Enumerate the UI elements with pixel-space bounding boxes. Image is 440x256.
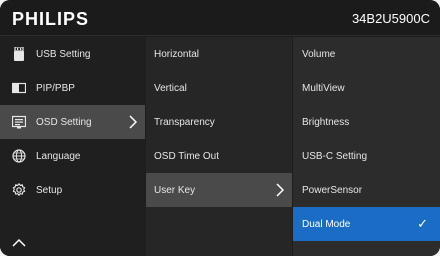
option-label: USB-C Setting [302, 150, 368, 162]
menu-item-setup[interactable]: Setup [0, 173, 145, 207]
option-usb-c-setting[interactable]: USB-C Setting [293, 139, 440, 173]
option-label: MultiView [302, 82, 345, 94]
option-dual-mode[interactable]: Dual Mode ✓ [293, 207, 440, 241]
option-multiview[interactable]: MultiView [293, 71, 440, 105]
menu-item-usb-setting[interactable]: USB Setting [0, 37, 145, 71]
osd-icon [12, 115, 26, 129]
submenu-item-label: OSD Time Out [154, 150, 220, 162]
checkmark-icon: ✓ [417, 216, 428, 231]
user-key-column: Volume MultiView Brightness USB-C Settin… [293, 37, 440, 256]
usb-icon [12, 47, 26, 61]
submenu-item-label: User Key [154, 184, 196, 196]
gear-icon [12, 183, 26, 197]
option-brightness[interactable]: Brightness [293, 105, 440, 139]
option-label: PowerSensor [302, 184, 363, 196]
submenu-item-user-key[interactable]: User Key [146, 173, 292, 207]
option-label: Brightness [302, 116, 350, 128]
brand-logo: PHILIPS [12, 9, 90, 29]
submenu-item-label: Vertical [154, 82, 187, 94]
menu-item-label: Setup [36, 184, 63, 196]
menu-item-label: OSD Setting [36, 116, 92, 128]
option-label: Volume [302, 48, 336, 60]
menu-item-language[interactable]: Language [0, 139, 145, 173]
option-volume[interactable]: Volume [293, 37, 440, 71]
osd-header: PHILIPS 34B2U5900C [0, 0, 440, 36]
submenu-item-label: Horizontal [154, 48, 200, 60]
osd-menu: PHILIPS 34B2U5900C USB Setting PIP/PBP O… [0, 0, 440, 256]
globe-icon [12, 149, 26, 163]
menu-item-pip-pbp[interactable]: PIP/PBP [0, 71, 145, 105]
menu-item-label: Language [36, 150, 81, 162]
main-menu-column: USB Setting PIP/PBP OSD Setting Language [0, 37, 145, 256]
pip-icon [12, 81, 26, 95]
chevron-right-icon [276, 183, 284, 197]
model-number: 34B2U5900C [351, 11, 430, 26]
submenu-item-horizontal[interactable]: Horizontal [146, 37, 292, 71]
chevron-right-icon [129, 115, 137, 129]
osd-setting-column: Horizontal Vertical Transparency OSD Tim… [146, 37, 292, 256]
scroll-up-icon[interactable] [12, 238, 26, 248]
option-powersensor[interactable]: PowerSensor [293, 173, 440, 207]
option-label: Dual Mode [302, 218, 351, 230]
menu-item-label: PIP/PBP [36, 82, 75, 94]
submenu-item-label: Transparency [154, 116, 215, 128]
menu-item-osd-setting[interactable]: OSD Setting [0, 105, 145, 139]
submenu-item-osd-time-out[interactable]: OSD Time Out [146, 139, 292, 173]
submenu-item-transparency[interactable]: Transparency [146, 105, 292, 139]
submenu-item-vertical[interactable]: Vertical [146, 71, 292, 105]
menu-item-label: USB Setting [36, 48, 91, 60]
